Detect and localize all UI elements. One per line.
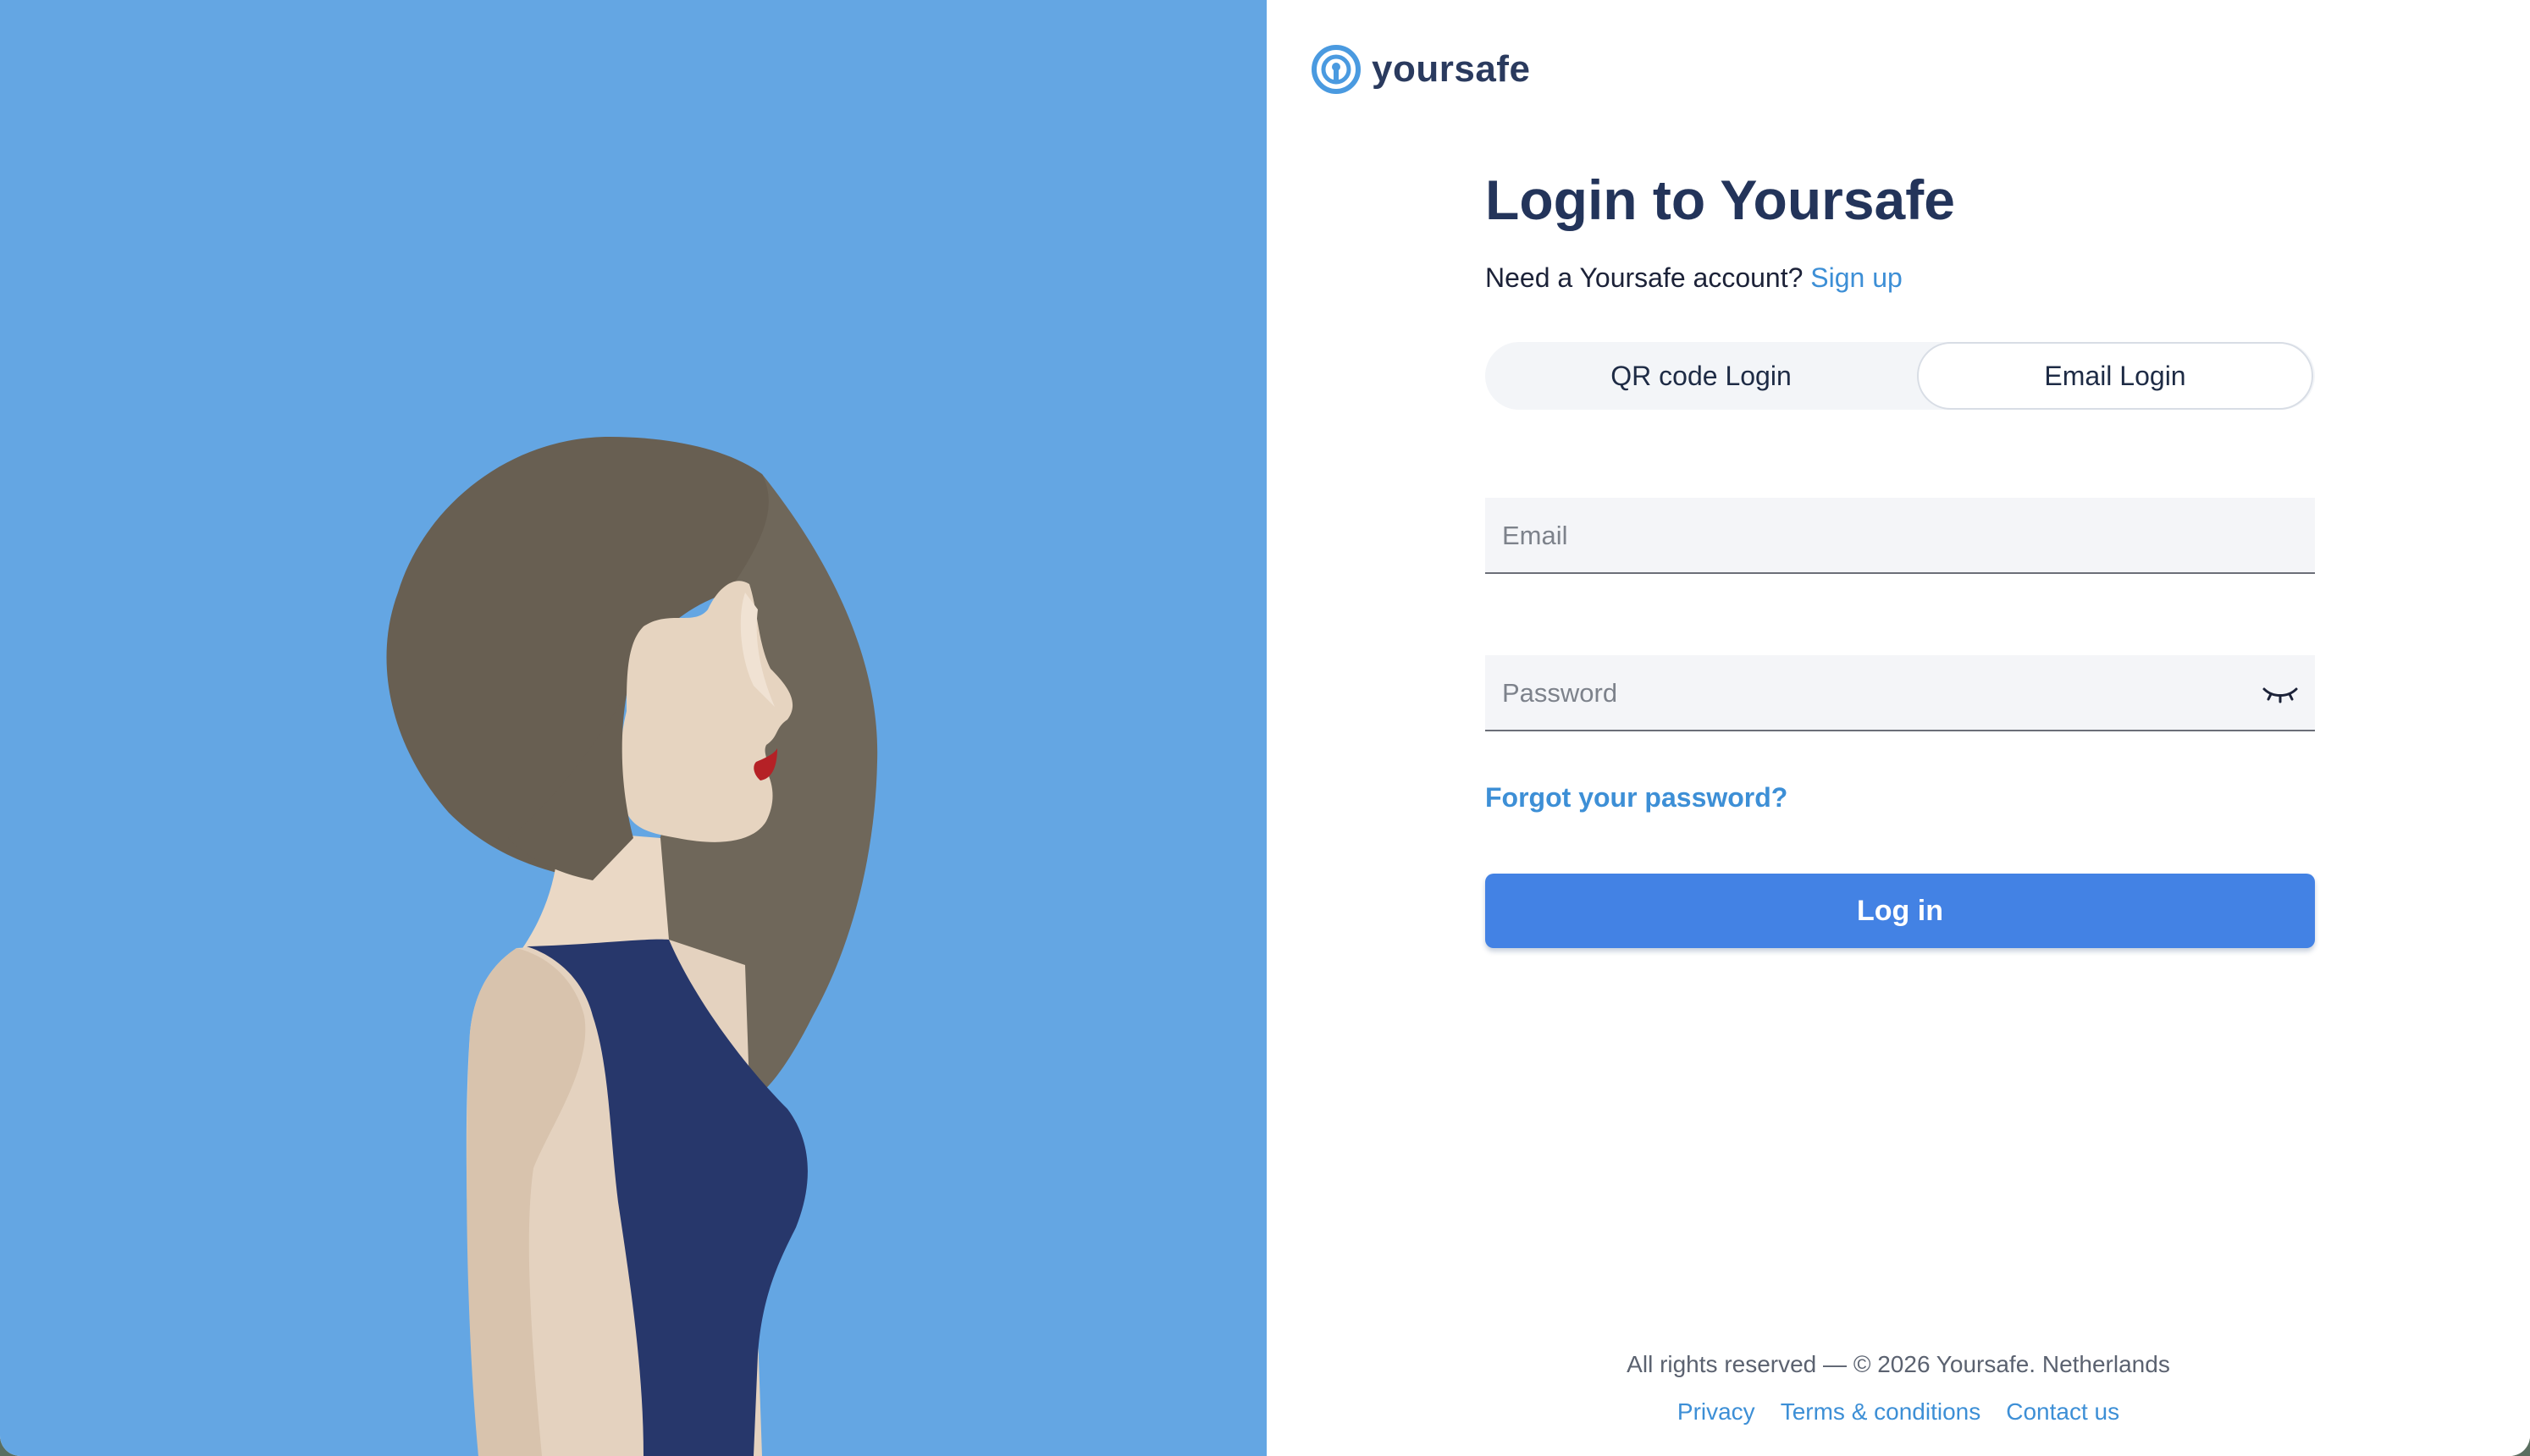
woman-profile-illustration [386, 437, 878, 1456]
terms-link[interactable]: Terms & conditions [1781, 1398, 1981, 1426]
privacy-link[interactable]: Privacy [1677, 1398, 1755, 1426]
login-method-toggle: QR code Login Email Login [1485, 342, 2315, 410]
signup-prompt-line: Need a Yoursafe account? Sign up [1485, 262, 1903, 294]
brand-name: yoursafe [1372, 48, 1531, 90]
copyright-text: All rights reserved — © 2026 Yoursafe. N… [1627, 1351, 2170, 1377]
yoursafe-logo-icon [1312, 45, 1361, 94]
login-button[interactable]: Log in [1485, 874, 2315, 948]
contact-link[interactable]: Contact us [2006, 1398, 2119, 1426]
password-field[interactable] [1485, 655, 2315, 731]
page-title: Login to Yoursafe [1485, 168, 1955, 231]
email-login-tab[interactable]: Email Login [1917, 342, 2313, 410]
forgot-password-link[interactable]: Forgot your password? [1485, 782, 1787, 813]
email-input[interactable] [1500, 498, 2266, 574]
app-window: yoursafe Login to Yoursafe Need a Yoursa… [0, 0, 2530, 1456]
illustration-panel [0, 0, 1267, 1456]
brand-logo[interactable]: yoursafe [1311, 42, 1530, 97]
email-field[interactable] [1485, 498, 2315, 574]
signup-prompt: Need a Yoursafe account? [1485, 262, 1804, 293]
password-input[interactable] [1500, 655, 2266, 731]
footer-links: Privacy Terms & conditions Contact us [1267, 1398, 2530, 1426]
eye-closed-icon[interactable] [2261, 679, 2300, 708]
signup-link[interactable]: Sign up [1810, 262, 1903, 293]
qr-code-login-tab[interactable]: QR code Login [1485, 342, 1917, 410]
